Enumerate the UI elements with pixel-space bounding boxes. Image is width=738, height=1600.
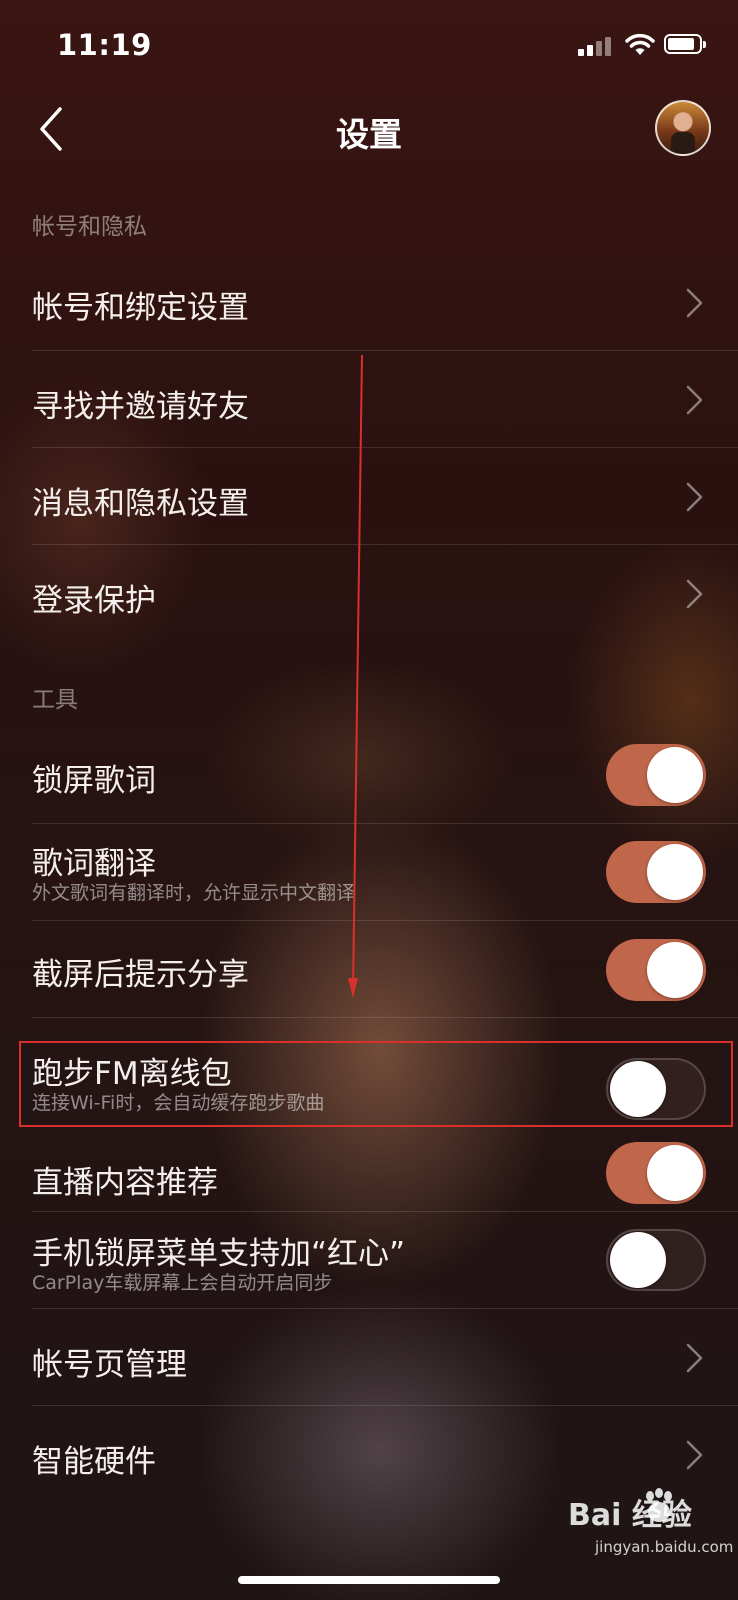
home-indicator[interactable] — [238, 1576, 500, 1584]
baidu-paw-icon — [646, 1488, 672, 1522]
watermark-site: jingyan.baidu.com — [595, 1538, 734, 1556]
annotation-arrow — [348, 354, 363, 998]
